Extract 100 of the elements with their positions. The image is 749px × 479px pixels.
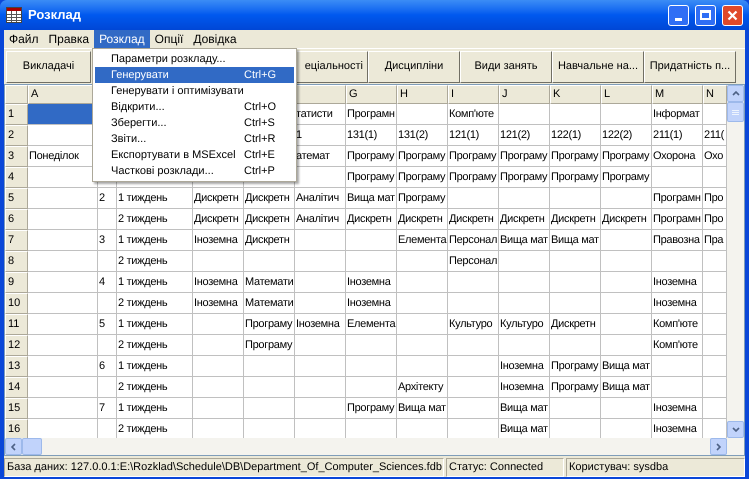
table-cell[interactable]: [601, 188, 652, 209]
menu-item[interactable]: Часткові розклади... Ctrl+P: [95, 163, 294, 179]
table-cell[interactable]: [28, 335, 98, 356]
scroll-left-button[interactable]: [5, 438, 22, 455]
table-cell[interactable]: [550, 272, 601, 293]
table-cell[interactable]: Вища мат: [397, 398, 448, 419]
row-header[interactable]: 11: [5, 314, 28, 335]
table-cell[interactable]: [28, 314, 98, 335]
table-cell[interactable]: [346, 356, 397, 377]
table-cell[interactable]: [499, 188, 550, 209]
table-cell[interactable]: 1 тиждень: [117, 272, 193, 293]
table-cell[interactable]: Вища мат: [601, 356, 652, 377]
row-header[interactable]: 13: [5, 356, 28, 377]
table-cell[interactable]: [295, 293, 346, 314]
column-header[interactable]: M: [652, 85, 703, 104]
table-cell[interactable]: 1 тиждень: [117, 188, 193, 209]
menu-bar-item[interactable]: Правка: [44, 30, 94, 48]
table-cell[interactable]: [448, 293, 499, 314]
table-cell[interactable]: Програму: [448, 146, 499, 167]
table-cell[interactable]: Дискретн: [193, 209, 244, 230]
table-cell[interactable]: [193, 398, 244, 419]
table-cell[interactable]: Програму: [499, 146, 550, 167]
table-cell[interactable]: [98, 335, 117, 356]
table-cell[interactable]: [98, 251, 117, 272]
table-cell[interactable]: Дискретн: [397, 209, 448, 230]
table-cell[interactable]: [499, 293, 550, 314]
table-cell[interactable]: [193, 356, 244, 377]
table-cell[interactable]: Математи: [244, 272, 295, 293]
row-header[interactable]: 3: [5, 146, 28, 167]
table-cell[interactable]: Комп'юте: [448, 104, 499, 125]
toolbar-button[interactable]: Навчальне на...: [552, 50, 644, 82]
scroll-thumb[interactable]: [727, 102, 744, 122]
table-cell[interactable]: [193, 314, 244, 335]
table-cell[interactable]: [295, 251, 346, 272]
menu-item[interactable]: Зберегти... Ctrl+S: [95, 115, 294, 131]
table-cell[interactable]: [346, 335, 397, 356]
table-cell[interactable]: [295, 398, 346, 419]
table-cell[interactable]: [28, 377, 98, 398]
horizontal-scrollbar[interactable]: [5, 438, 744, 455]
table-cell[interactable]: [28, 188, 98, 209]
table-cell[interactable]: Культуро: [448, 314, 499, 335]
table-cell[interactable]: Програму: [244, 335, 295, 356]
table-cell[interactable]: Дискретн: [244, 230, 295, 251]
table-cell[interactable]: [550, 398, 601, 419]
row-header[interactable]: 1: [5, 104, 28, 125]
table-cell[interactable]: [397, 356, 448, 377]
table-cell[interactable]: [652, 377, 703, 398]
table-cell[interactable]: [193, 251, 244, 272]
table-cell[interactable]: [448, 188, 499, 209]
table-cell[interactable]: Іноземна: [652, 293, 703, 314]
table-cell[interactable]: [28, 272, 98, 293]
table-cell[interactable]: [98, 377, 117, 398]
table-cell[interactable]: [652, 251, 703, 272]
menu-item[interactable]: Експортувати в MSExcel Ctrl+E: [95, 147, 294, 163]
table-cell[interactable]: [550, 188, 601, 209]
scroll-up-button[interactable]: [727, 85, 744, 102]
table-cell[interactable]: Елемента: [397, 230, 448, 251]
table-cell[interactable]: [397, 335, 448, 356]
table-cell[interactable]: [550, 251, 601, 272]
row-header[interactable]: 15: [5, 398, 28, 419]
table-cell[interactable]: [295, 230, 346, 251]
table-cell[interactable]: 2: [98, 188, 117, 209]
table-cell[interactable]: 1 тиждень: [117, 230, 193, 251]
table-cell[interactable]: [601, 293, 652, 314]
table-cell[interactable]: [550, 293, 601, 314]
menu-bar-item[interactable]: Опції: [150, 30, 188, 48]
table-cell[interactable]: 131(2): [397, 125, 448, 146]
row-header[interactable]: 12: [5, 335, 28, 356]
table-cell[interactable]: [499, 251, 550, 272]
row-header[interactable]: 10: [5, 293, 28, 314]
table-cell[interactable]: [499, 104, 550, 125]
table-cell[interactable]: 1 тиждень: [117, 314, 193, 335]
table-cell[interactable]: [601, 335, 652, 356]
table-cell[interactable]: [28, 251, 98, 272]
table-cell[interactable]: [295, 377, 346, 398]
column-header[interactable]: I: [448, 85, 499, 104]
table-cell[interactable]: [98, 293, 117, 314]
table-cell[interactable]: Комп'юте: [652, 314, 703, 335]
table-cell[interactable]: 121(2): [499, 125, 550, 146]
table-cell[interactable]: Дискретн: [346, 209, 397, 230]
table-cell[interactable]: [448, 398, 499, 419]
table-cell[interactable]: [601, 251, 652, 272]
table-cell[interactable]: [448, 272, 499, 293]
table-cell[interactable]: [448, 335, 499, 356]
maximize-button[interactable]: [695, 4, 716, 26]
table-cell[interactable]: Персонал: [448, 230, 499, 251]
column-header[interactable]: L: [601, 85, 652, 104]
table-cell[interactable]: Програму: [397, 167, 448, 188]
table-cell[interactable]: [28, 209, 98, 230]
row-header[interactable]: 9: [5, 272, 28, 293]
column-header[interactable]: J: [499, 85, 550, 104]
table-cell[interactable]: [601, 104, 652, 125]
table-cell[interactable]: Культуро: [499, 314, 550, 335]
table-cell[interactable]: Дискретн: [550, 209, 601, 230]
table-cell[interactable]: 6: [98, 356, 117, 377]
table-cell[interactable]: Вища мат: [499, 398, 550, 419]
table-cell[interactable]: Програму: [601, 167, 652, 188]
table-cell[interactable]: Аналітич: [295, 209, 346, 230]
table-cell[interactable]: Вища мат: [601, 377, 652, 398]
table-cell[interactable]: 1 тиждень: [117, 398, 193, 419]
